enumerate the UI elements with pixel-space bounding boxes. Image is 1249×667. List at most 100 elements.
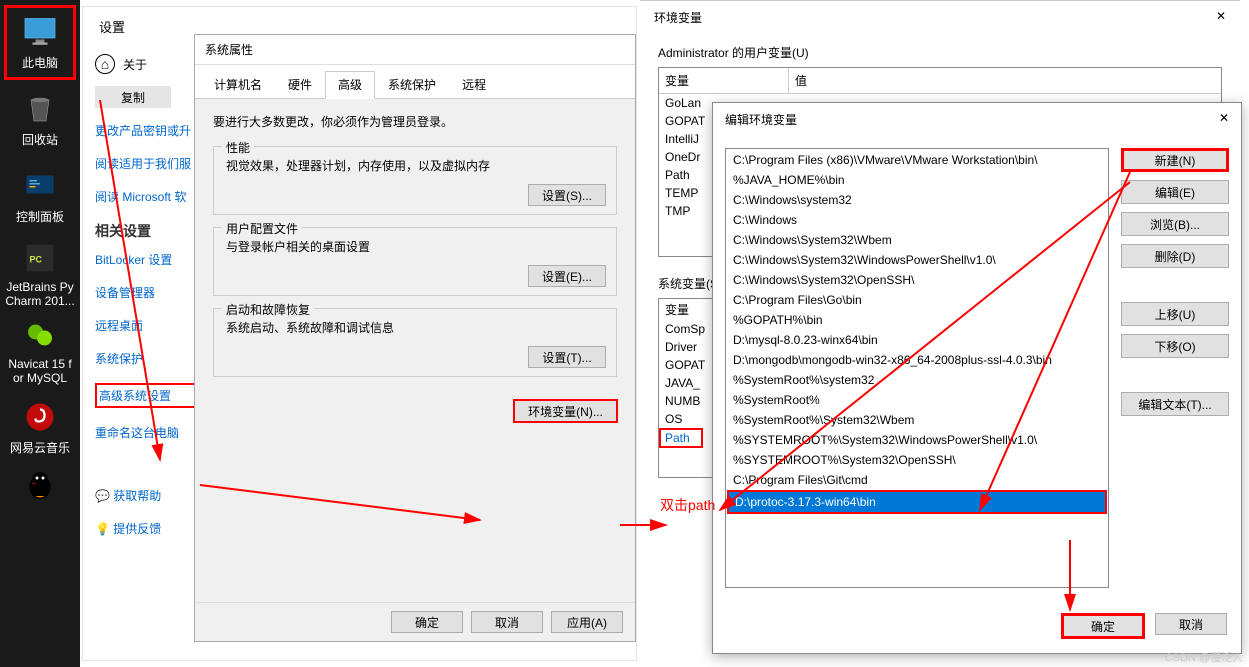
- monitor-icon: [22, 14, 58, 50]
- link-ms-soft[interactable]: 阅读 Microsoft 软: [95, 188, 197, 205]
- about-heading: ⌂ 关于: [95, 54, 197, 74]
- sysprop-cancel-button[interactable]: 取消: [471, 611, 543, 633]
- path-item[interactable]: D:\protoc-3.17.3-win64\bin: [727, 490, 1107, 514]
- qq-app-icon: [22, 466, 58, 502]
- about-label: 关于: [123, 56, 147, 73]
- col-variable: 变量: [659, 68, 789, 93]
- sysprop-ok-button[interactable]: 确定: [391, 611, 463, 633]
- startup-settings-button[interactable]: 设置(T)...: [528, 346, 606, 368]
- panel-icon: [22, 168, 58, 204]
- link-rename-pc[interactable]: 重命名这台电脑: [95, 424, 197, 441]
- edit-envvar-dialog: 编辑环境变量 ✕ C:\Program Files (x86)\VMware\V…: [712, 102, 1242, 654]
- sys-var-path-row[interactable]: Path: [659, 428, 703, 448]
- edit-button[interactable]: 编辑(E): [1121, 180, 1229, 204]
- path-item[interactable]: %SystemRoot%: [727, 390, 1107, 410]
- path-item[interactable]: %SYSTEMROOT%\System32\OpenSSH\: [727, 450, 1107, 470]
- control-panel-label: 控制面板: [16, 208, 64, 225]
- pycharm-label: JetBrains Py Charm 201...: [5, 280, 74, 308]
- close-icon[interactable]: ✕: [1216, 9, 1226, 26]
- path-item[interactable]: C:\Windows\System32\OpenSSH\: [727, 270, 1107, 290]
- link-remote-desktop[interactable]: 远程桌面: [95, 317, 197, 334]
- navicat-label: Navicat 15 f or MySQL: [8, 357, 71, 385]
- netease-music-icon[interactable]: 网易云音乐: [4, 390, 76, 465]
- sysprop-tabs: 计算机名 硬件 高级 系统保护 远程: [195, 65, 635, 99]
- desktop-sidebar: 此电脑 回收站 控制面板 PC JetBrains Py Charm 201..…: [0, 0, 80, 667]
- tab-advanced[interactable]: 高级: [325, 71, 375, 99]
- editenv-cancel-button[interactable]: 取消: [1155, 613, 1227, 635]
- user-vars-label: Administrator 的用户变量(U): [658, 44, 1222, 61]
- browse-button[interactable]: 浏览(B)...: [1121, 212, 1229, 236]
- netease-label: 网易云音乐: [10, 439, 70, 456]
- recycle-bin-label: 回收站: [22, 131, 58, 148]
- svg-text:PC: PC: [30, 254, 43, 264]
- pycharm-app-icon: PC: [22, 240, 58, 276]
- perf-label: 性能: [222, 139, 254, 156]
- delete-button[interactable]: 删除(D): [1121, 244, 1229, 268]
- link-advanced-system[interactable]: 高级系统设置: [95, 383, 197, 408]
- sysprop-apply-button[interactable]: 应用(A): [551, 611, 623, 633]
- link-bitlocker[interactable]: BitLocker 设置: [95, 251, 197, 268]
- copy-button[interactable]: 复制: [95, 86, 171, 108]
- perf-desc: 视觉效果，处理器计划，内存使用，以及虚拟内存: [226, 157, 604, 174]
- qq-icon[interactable]: [4, 467, 76, 505]
- pycharm-icon[interactable]: PC JetBrains Py Charm 201...: [4, 236, 76, 311]
- path-item[interactable]: %SystemRoot%\System32\Wbem: [727, 410, 1107, 430]
- col-value: 值: [789, 68, 1221, 93]
- related-heading: 相关设置: [95, 221, 197, 241]
- recycle-bin-icon[interactable]: 回收站: [4, 82, 76, 157]
- system-properties-dialog: 系统属性 计算机名 硬件 高级 系统保护 远程 要进行大多数更改，你必须作为管理…: [194, 34, 636, 642]
- startup-group: 启动和故障恢复 系统启动、系统故障和调试信息 设置(T)...: [213, 308, 617, 377]
- path-item[interactable]: D:\mongodb\mongodb-win32-x86_64-2008plus…: [727, 350, 1107, 370]
- path-item[interactable]: %SystemRoot%\system32: [727, 370, 1107, 390]
- profile-group: 用户配置文件 与登录帐户相关的桌面设置 设置(E)...: [213, 227, 617, 296]
- path-item[interactable]: C:\Windows\System32\Wbem: [727, 230, 1107, 250]
- move-up-button[interactable]: 上移(U): [1121, 302, 1229, 326]
- link-product-key[interactable]: 更改产品密钥或升: [95, 122, 197, 139]
- tab-computer-name[interactable]: 计算机名: [201, 71, 275, 98]
- profile-label: 用户配置文件: [222, 220, 302, 237]
- path-item[interactable]: %JAVA_HOME%\bin: [727, 170, 1107, 190]
- path-item[interactable]: D:\mysql-8.0.23-winx64\bin: [727, 330, 1107, 350]
- admin-warning: 要进行大多数更改，你必须作为管理员登录。: [213, 113, 617, 130]
- profile-settings-button[interactable]: 设置(E)...: [528, 265, 606, 287]
- startup-label: 启动和故障恢复: [222, 301, 314, 318]
- perf-settings-button[interactable]: 设置(S)...: [528, 184, 606, 206]
- editenv-ok-button[interactable]: 确定: [1061, 613, 1145, 639]
- path-item[interactable]: C:\Program Files\Git\cmd: [727, 470, 1107, 490]
- path-item[interactable]: C:\Windows\System32\WindowsPowerShell\v1…: [727, 250, 1107, 270]
- tab-remote[interactable]: 远程: [449, 71, 499, 98]
- navicat-app-icon: [22, 317, 58, 353]
- close-icon[interactable]: ✕: [1219, 111, 1229, 128]
- path-item[interactable]: %SYSTEMROOT%\System32\WindowsPowerShell\…: [727, 430, 1107, 450]
- path-item[interactable]: C:\Windows\system32: [727, 190, 1107, 210]
- path-item[interactable]: %GOPATH%\bin: [727, 310, 1107, 330]
- watermark: CSDN @慢泛人: [1165, 649, 1243, 665]
- link-device-mgr[interactable]: 设备管理器: [95, 284, 197, 301]
- sysprop-title: 系统属性: [195, 35, 635, 65]
- this-pc-label: 此电脑: [22, 54, 58, 71]
- path-item[interactable]: C:\Program Files\Go\bin: [727, 290, 1107, 310]
- link-terms[interactable]: 阅读适用于我们服: [95, 155, 197, 172]
- path-item[interactable]: C:\Program Files (x86)\VMware\VMware Wor…: [727, 150, 1107, 170]
- envvar-button[interactable]: 环境变量(N)...: [513, 399, 618, 423]
- music-app-icon: [22, 399, 58, 435]
- control-panel-icon[interactable]: 控制面板: [4, 159, 76, 234]
- link-feedback[interactable]: 💡 提供反馈: [95, 520, 197, 537]
- tab-system-protection[interactable]: 系统保护: [375, 71, 449, 98]
- edit-text-button[interactable]: 编辑文本(T)...: [1121, 392, 1229, 416]
- link-system-protection[interactable]: 系统保护: [95, 350, 197, 367]
- path-item[interactable]: C:\Windows: [727, 210, 1107, 230]
- move-down-button[interactable]: 下移(O): [1121, 334, 1229, 358]
- tab-hardware[interactable]: 硬件: [275, 71, 325, 98]
- this-pc-icon[interactable]: 此电脑: [4, 5, 76, 80]
- home-icon[interactable]: ⌂: [95, 54, 115, 74]
- envwin-title: 环境变量 ✕: [640, 1, 1240, 34]
- link-get-help[interactable]: 💬 获取帮助: [95, 487, 197, 504]
- trash-icon: [22, 91, 58, 127]
- new-button[interactable]: 新建(N): [1121, 148, 1229, 172]
- navicat-icon[interactable]: Navicat 15 f or MySQL: [4, 313, 76, 388]
- path-list[interactable]: C:\Program Files (x86)\VMware\VMware Wor…: [725, 148, 1109, 588]
- performance-group: 性能 视觉效果，处理器计划，内存使用，以及虚拟内存 设置(S)...: [213, 146, 617, 215]
- annotation-doubleclick: 双击path: [660, 495, 715, 515]
- editenv-title: 编辑环境变量: [725, 111, 797, 128]
